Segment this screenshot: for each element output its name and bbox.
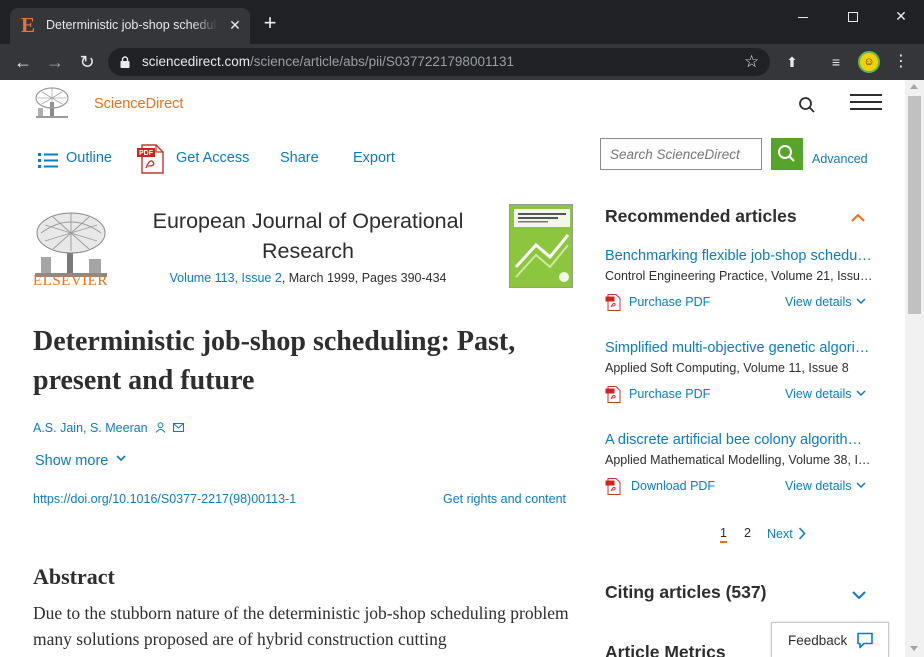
chevron-down-icon (856, 298, 867, 305)
mail-icon[interactable] (172, 423, 184, 432)
forward-arrow-icon[interactable]: → (43, 50, 67, 74)
purchase-pdf-link[interactable]: Purchase PDF (629, 387, 710, 401)
journal-title[interactable]: European Journal of Operational Research (142, 206, 474, 266)
feedback-label: Feedback (788, 633, 848, 648)
recommended-article-item: A discrete artificial bee colony algorit… (605, 432, 875, 497)
search-submit-button[interactable] (771, 138, 803, 170)
article-title: Deterministic job-shop scheduling: Past,… (33, 326, 516, 396)
tab-title: Deterministic job-shop scheduling: Past,… (46, 18, 218, 32)
elsevier-wordmark: ELSEVIER (33, 273, 108, 289)
browser-tab-active[interactable]: E Deterministic job-shop scheduling: Pas… (10, 8, 250, 44)
view-details-link[interactable]: View details (785, 479, 867, 493)
back-arrow-icon[interactable]: ← (11, 50, 35, 74)
pdf-icon (605, 294, 621, 311)
recommended-article-title[interactable]: Benchmarking flexible job-shop schedulin… (605, 248, 873, 264)
outline-list-icon (38, 153, 58, 168)
extension-pin-icon[interactable]: ⬆ (782, 52, 802, 72)
search-icon[interactable] (798, 96, 816, 114)
journal-cover-art (510, 205, 572, 287)
outline-button[interactable]: Outline (66, 150, 112, 166)
doi-link[interactable]: https://doi.org/10.1016/S0377-2217(98)00… (33, 492, 296, 506)
recommended-article-source: Applied Mathematical Modelling, Volume 3… (605, 453, 873, 467)
share-button[interactable]: Share (280, 150, 319, 166)
window-maximize-button[interactable] (838, 4, 868, 28)
recommended-article-item: Simplified multi-objective genetic algor… (605, 340, 875, 405)
get-access-button[interactable]: Get Access (176, 150, 249, 166)
journal-cover-image[interactable] (509, 204, 573, 288)
purchase-pdf-link[interactable]: Purchase PDF (629, 295, 710, 309)
abstract-heading: Abstract (33, 564, 115, 589)
elsevier-favicon-icon: E (21, 13, 36, 37)
tab-close-icon[interactable]: ✕ (227, 17, 243, 33)
show-more-label: Show more (35, 453, 109, 469)
article-metrics-heading[interactable]: Article Metrics (605, 642, 726, 657)
view-details-link[interactable]: View details (785, 295, 867, 309)
chevron-down-icon[interactable] (851, 590, 867, 600)
advanced-search-link[interactable]: Advanced (812, 152, 868, 166)
recommended-article-title[interactable]: A discrete artificial bee colony algorit… (605, 432, 873, 448)
new-tab-plus-icon[interactable]: + (260, 12, 280, 34)
hamburger-menu-icon[interactable] (850, 94, 882, 112)
recommended-article-source: Applied Soft Computing, Volume 11, Issue… (605, 361, 849, 375)
media-control-icon[interactable]: ≡ (826, 52, 846, 72)
chevron-down-icon (856, 390, 867, 397)
chevron-right-icon (798, 527, 806, 540)
page-content: ScienceDirect Outline PDF Get Access Sha… (2, 80, 905, 657)
speech-bubble-icon (857, 632, 873, 649)
chevron-down-icon (856, 482, 867, 489)
rights-and-content-link[interactable]: Get rights and content (443, 492, 566, 506)
page-scrollbar[interactable] (905, 80, 924, 657)
recommended-article-actions: Download PDF View details (605, 475, 875, 497)
journal-volume-info: Volume 113, Issue 2, March 1999, Pages 3… (169, 271, 447, 285)
recommended-article-actions: Purchase PDF View details (605, 383, 875, 405)
profile-avatar[interactable]: ☺ (858, 51, 880, 73)
browser-menu-icon[interactable]: ⋮ (893, 52, 909, 72)
scroll-thumb[interactable] (908, 96, 921, 314)
page-1-button[interactable]: 1 (720, 526, 727, 543)
abstract-text: Due to the stubborn nature of the determ… (33, 603, 569, 649)
elsevier-tree-logo-icon[interactable] (32, 86, 72, 120)
export-button[interactable]: Export (353, 150, 395, 166)
recommended-articles-heading: Recommended articles (605, 206, 797, 226)
sciencedirect-brand[interactable]: ScienceDirect (94, 96, 183, 112)
url-text: sciencedirect.com/science/article/abs/pi… (142, 54, 514, 69)
author-list: A.S. Jain, S. Meeran (33, 421, 184, 435)
citing-articles-heading[interactable]: Citing articles (537) (605, 582, 766, 603)
search-input[interactable] (601, 139, 761, 169)
lock-icon (120, 56, 130, 68)
feedback-button[interactable]: Feedback (771, 622, 889, 657)
recommended-article-item: Benchmarking flexible job-shop schedulin… (605, 248, 875, 313)
recommended-article-title[interactable]: Simplified multi-objective genetic algor… (605, 340, 873, 356)
scroll-up-arrow-icon[interactable] (910, 84, 918, 89)
download-pdf-link[interactable]: Download PDF (631, 479, 715, 493)
recommended-article-source: Control Engineering Practice, Volume 21,… (605, 269, 873, 283)
next-page-button[interactable]: Next (767, 527, 806, 541)
bookmark-star-icon[interactable]: ☆ (744, 51, 759, 73)
recommended-article-actions: Purchase PDF View details (605, 291, 875, 313)
search-icon (778, 145, 795, 162)
chevron-up-icon[interactable] (850, 212, 866, 222)
scroll-down-arrow-icon[interactable] (910, 646, 918, 651)
person-icon[interactable] (155, 422, 166, 433)
address-bar[interactable]: sciencedirect.com/science/article/abs/pi… (108, 48, 770, 76)
svg-text:PDF: PDF (139, 150, 154, 157)
browser-toolbar: ← → ↻ sciencedirect.com/science/article/… (0, 44, 924, 80)
show-more-button[interactable]: Show more (35, 453, 126, 469)
chevron-down-icon (116, 455, 126, 462)
window-minimize-button[interactable] (788, 4, 818, 28)
reload-icon[interactable]: ↻ (75, 50, 99, 74)
pdf-icon (605, 386, 621, 403)
search-field-wrapper (600, 138, 762, 170)
browser-titlebar: E Deterministic job-shop scheduling: Pas… (0, 0, 924, 44)
authors-link[interactable]: A.S. Jain, S. Meeran (33, 421, 148, 435)
window-close-button[interactable]: ✕ (886, 4, 916, 28)
view-details-link[interactable]: View details (785, 387, 867, 401)
pdf-icon: PDF (137, 144, 164, 174)
volume-issue-link[interactable]: Volume 113, Issue 2 (169, 271, 281, 285)
page-2-button[interactable]: 2 (744, 526, 751, 540)
pdf-icon (605, 478, 621, 495)
